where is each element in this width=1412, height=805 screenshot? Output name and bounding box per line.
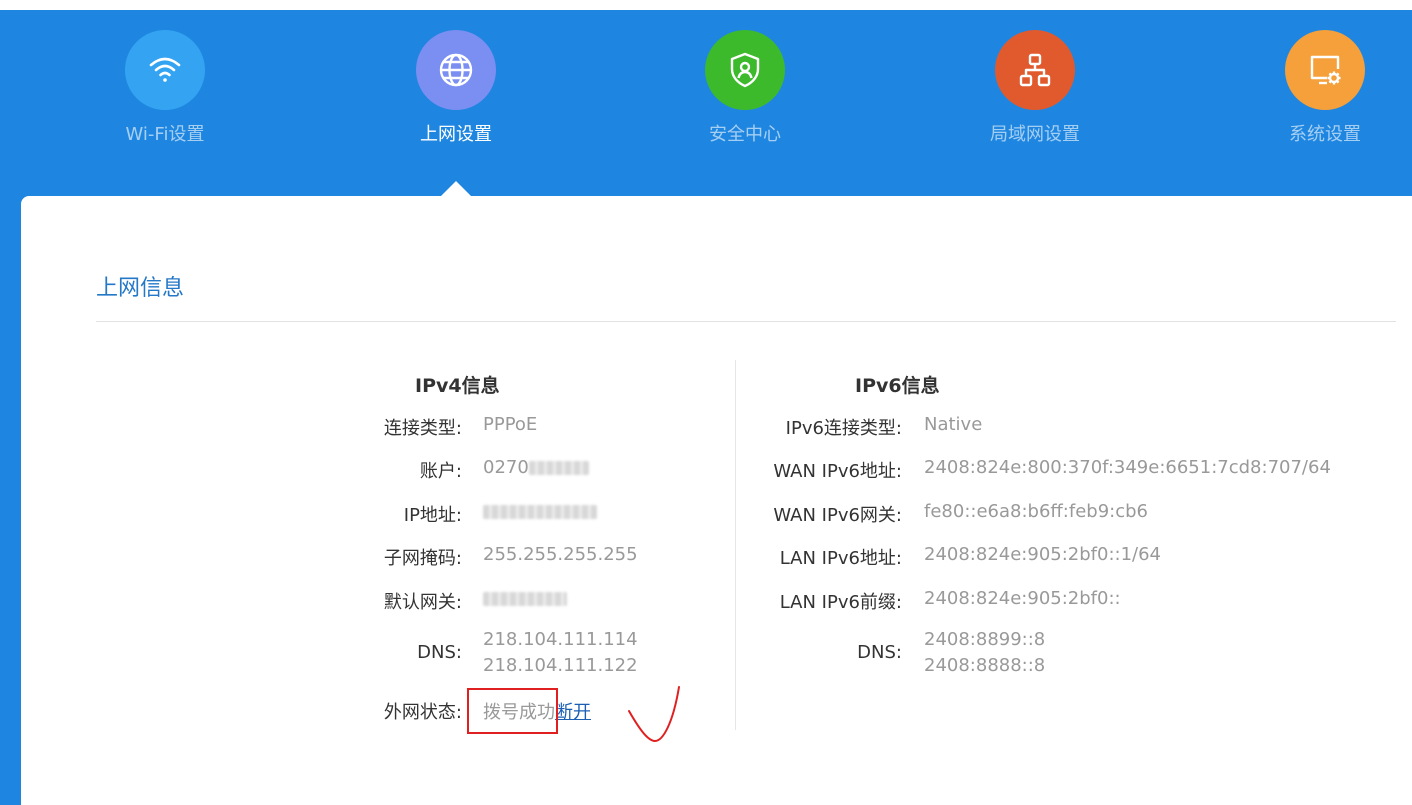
ipv4-account-value: 0270 [483, 457, 589, 478]
nav-internet-settings[interactable]: 上网设置 [376, 30, 536, 160]
disconnect-link[interactable]: 断开 [555, 702, 591, 723]
ipv4-mask-value: 255.255.255.255 [483, 544, 638, 565]
nav-label: Wi-Fi设置 [125, 124, 205, 145]
wifi-icon [125, 30, 205, 110]
ipv4-mask-row: 子网掩码: [300, 544, 462, 569]
active-tab-pointer [441, 181, 471, 196]
field-label: 外网状态: [383, 702, 462, 723]
ipv4-title: IPv4信息 [415, 375, 500, 397]
nav-security-center[interactable]: 安全中心 [665, 30, 825, 160]
nav-label: 局域网设置 [990, 124, 1080, 145]
dns-primary: 218.104.111.114 [483, 629, 638, 650]
ipv6-dns-row: DNS: [740, 642, 902, 666]
column-divider [735, 360, 736, 730]
ipv6-lan-prefix-value: 2408:824e:905:2bf0:: [924, 588, 1121, 609]
nav-label: 系统设置 [1289, 124, 1361, 145]
field-label: 连接类型: [383, 418, 462, 439]
field-label: DNS: [417, 642, 462, 663]
account-prefix: 0270 [483, 457, 529, 478]
ipv4-ip-row: IP地址: [300, 501, 462, 526]
ipv4-account-row: 账户: [300, 457, 462, 482]
shield-user-icon [705, 30, 785, 110]
redacted-blur [483, 505, 597, 519]
ipv4-gateway-row: 默认网关: [300, 588, 462, 613]
nav-wifi-settings[interactable]: Wi-Fi设置 [85, 30, 245, 160]
nav-label: 上网设置 [420, 124, 492, 145]
nav-label: 安全中心 [709, 124, 781, 145]
ipv4-conn-type-row: 连接类型: [300, 414, 462, 439]
section-title: 上网信息 [96, 276, 185, 301]
ipv6-dns-values: 2408:8899::8 2408:8888::8 [924, 627, 1045, 679]
ipv4-dns-values: 218.104.111.114 218.104.111.122 [483, 627, 638, 679]
field-label: IPv6连接类型: [785, 418, 902, 439]
ipv6-wan-addr-row: WAN IPv6地址: [740, 457, 902, 482]
nav-system-settings[interactable]: 系统设置 [1245, 30, 1405, 160]
dns-primary: 2408:8899::8 [924, 629, 1046, 650]
network-topology-icon [995, 30, 1075, 110]
annotation-check-icon [628, 686, 680, 743]
field-label: 子网掩码: [383, 548, 462, 569]
field-label: LAN IPv6前缀: [779, 592, 902, 613]
content-panel [21, 196, 1412, 805]
ipv6-lan-addr-row: LAN IPv6地址: [740, 544, 902, 569]
annotation-highlight-box [467, 688, 558, 734]
ipv6-conn-type-row: IPv6连接类型: [740, 414, 902, 439]
nav-lan-settings[interactable]: 局域网设置 [955, 30, 1115, 160]
ipv6-lan-prefix-row: LAN IPv6前缀: [740, 588, 902, 613]
ipv4-conn-type-value: PPPoE [483, 414, 538, 435]
field-label: DNS: [857, 642, 902, 663]
field-label: 默认网关: [383, 592, 462, 613]
ipv6-wan-gw-row: WAN IPv6网关: [740, 501, 902, 526]
ipv6-title: IPv6信息 [855, 375, 940, 397]
ipv6-conn-type-value: Native [924, 414, 983, 435]
ipv6-lan-addr-value: 2408:824e:905:2bf0::1/64 [924, 544, 1162, 565]
router-admin-page: Wi-Fi设置 上网设置 安全中心 局域网设置 系统设置 上网信息 IPv4信息… [0, 0, 1412, 805]
dns-secondary: 2408:8888::8 [924, 655, 1046, 676]
section-divider [96, 321, 1396, 322]
ipv6-wan-gw-value: fe80::e6a8:b6ff:feb9:cb6 [924, 501, 1148, 522]
redacted-blur [528, 461, 589, 475]
field-label: WAN IPv6网关: [773, 505, 902, 526]
ipv4-ip-value [483, 501, 597, 522]
dns-secondary: 218.104.111.122 [483, 655, 638, 676]
ipv4-gateway-value [483, 588, 567, 609]
redacted-blur [483, 592, 567, 606]
field-label: 账户: [419, 461, 462, 482]
ipv4-wan-status-row: 外网状态: [300, 698, 462, 723]
ipv6-wan-addr-value: 2408:824e:800:370f:349e:6651:7cd8:707/64 [924, 457, 1331, 478]
field-label: WAN IPv6地址: [773, 461, 902, 482]
monitor-gear-icon [1285, 30, 1365, 110]
ipv4-dns-row: DNS: [300, 642, 462, 666]
field-label: IP地址: [403, 505, 462, 526]
field-label: LAN IPv6地址: [779, 548, 902, 569]
globe-icon [416, 30, 496, 110]
